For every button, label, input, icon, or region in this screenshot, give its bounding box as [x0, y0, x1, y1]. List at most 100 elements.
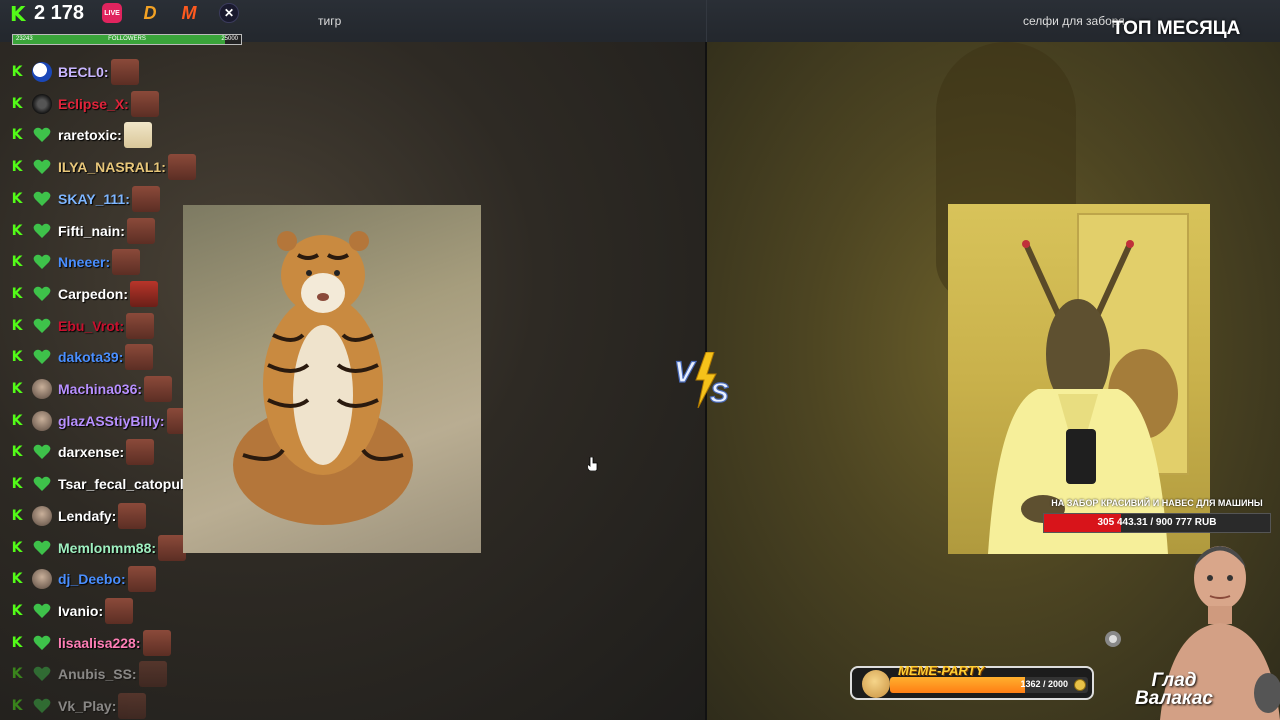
chat-emote	[144, 376, 173, 402]
kick-badge-icon: K	[11, 698, 23, 714]
chat-username[interactable]: BECL0:	[58, 64, 109, 80]
kick-badge-icon: K	[11, 507, 23, 524]
chat-username[interactable]: Machina036:	[58, 381, 142, 397]
kick-badge-icon: K	[11, 222, 23, 239]
paw-icon	[1105, 631, 1121, 647]
m-icon[interactable]: M	[179, 3, 199, 23]
chat-message: K Fifti_nain:	[10, 217, 155, 245]
heart-badge-icon	[32, 157, 52, 177]
heart-badge-icon	[32, 189, 52, 209]
kick-badge-icon: K	[11, 412, 23, 429]
x-icon[interactable]: ✕	[219, 3, 239, 23]
chat-username[interactable]: Vk_Play:	[58, 698, 116, 714]
d-icon[interactable]: D	[140, 3, 160, 23]
kick-badge-icon: K	[11, 159, 23, 176]
chat-username[interactable]: Tsar_fecal_catopult:	[58, 476, 193, 492]
chat-message: K BECL0:	[10, 58, 139, 86]
chat-username[interactable]: dakota39:	[58, 349, 123, 365]
kick-badge-icon: K	[11, 602, 23, 619]
chat-emote	[126, 312, 155, 339]
chat-username[interactable]: Fifti_nain:	[58, 223, 125, 239]
chat-username[interactable]: Eclipse_X:	[58, 96, 129, 112]
followers-goal: 25000	[221, 36, 238, 42]
chat-username[interactable]: raretoxic:	[58, 127, 122, 143]
heart-badge-icon	[32, 347, 52, 367]
chat-emote	[110, 59, 139, 85]
chat-username[interactable]: Nneeer:	[58, 254, 110, 270]
chat-username[interactable]: dj_Deebo:	[58, 571, 126, 587]
doge-icon	[862, 670, 890, 698]
chat-emote	[130, 280, 158, 307]
heart-badge-icon	[32, 442, 52, 462]
chat-emote	[118, 502, 147, 529]
kick-badge-icon: K	[11, 444, 23, 461]
kick-badge-icon: K	[11, 254, 23, 271]
right-title: селфи для заборя	[1023, 14, 1125, 28]
chat-emote	[142, 629, 171, 656]
chat-username[interactable]: darxense:	[58, 444, 124, 460]
chat-message: K Ebu_Vrot:	[10, 312, 155, 340]
meme-party-fill	[890, 677, 1025, 693]
heart-badge-icon	[32, 125, 52, 145]
heart-badge-icon	[32, 284, 52, 304]
chat-message: Kdj_Deebo:	[10, 565, 156, 593]
kick-badge-icon: K	[11, 190, 23, 207]
kick-badge-icon: K	[11, 127, 23, 144]
kick-badge-icon: K	[11, 476, 23, 493]
chat-message: K Carpedon:	[10, 280, 158, 308]
heart-badge-icon	[32, 601, 52, 621]
followers-label: FOLLOWERS	[108, 36, 146, 42]
chat-emote	[112, 249, 141, 276]
kick-badge-icon: K	[11, 64, 23, 80]
chat-message: K Lendafy:	[10, 502, 147, 530]
heart-badge-icon	[32, 696, 52, 716]
chat-username[interactable]: ILYA_NASRAL1:	[58, 159, 166, 175]
chat-message: Klisaalisa228:	[10, 629, 171, 657]
heart-badge-icon	[32, 664, 52, 684]
chat-username[interactable]: lisaalisa228:	[58, 635, 141, 651]
user-avatar	[32, 379, 52, 399]
heart-badge-icon	[32, 474, 52, 494]
user-avatar	[32, 505, 52, 526]
chat-message: K ILYA_NASRAL1:	[10, 153, 196, 181]
chat-emote	[131, 185, 160, 212]
chat-message: K Machina036:	[10, 375, 173, 403]
chat-username[interactable]: Memlonmm88:	[58, 540, 156, 556]
chat-username[interactable]: glazASStiyBilly:	[58, 413, 165, 429]
kick-badge-icon: K	[11, 634, 23, 651]
chat-emote	[126, 439, 155, 466]
chat-username[interactable]: Ivanio:	[58, 603, 103, 619]
live-icon[interactable]: LIVE	[102, 3, 122, 23]
streamer-name-line2: Валакас	[1135, 688, 1213, 709]
chat-emote	[125, 344, 154, 371]
heart-badge-icon	[32, 252, 52, 272]
chat-message: K SKAY_111:	[10, 185, 160, 213]
heart-badge-icon	[32, 221, 52, 241]
kick-badge-icon: K	[11, 539, 23, 556]
chat-message: K Ivanio:	[10, 597, 134, 625]
chat-message: Kdakota39:	[10, 343, 154, 371]
kick-badge-icon: K	[11, 349, 23, 366]
chat-username[interactable]: SKAY_111:	[58, 191, 130, 207]
chat-username[interactable]: Carpedon:	[58, 286, 128, 302]
chat-username[interactable]: Anubis_SS:	[58, 666, 137, 682]
user-avatar	[32, 569, 52, 590]
chat-message: K Vk_Play:	[10, 692, 147, 720]
kick-badge-icon: K	[11, 571, 23, 588]
svg-text:S: S	[710, 377, 729, 408]
viewer-count: K 2 178	[10, 2, 84, 26]
tiger-illustration	[233, 231, 413, 525]
top-bar-seam	[706, 0, 707, 42]
chat-username[interactable]: Lendafy:	[58, 508, 116, 524]
user-avatar	[32, 410, 52, 431]
kick-badge-icon: K	[11, 666, 23, 683]
chat-emote	[127, 566, 156, 593]
chat-message: K Memlonmm88:	[10, 534, 187, 562]
meme-party-label: MEME-PARTY	[898, 663, 985, 678]
chat-message: K Nneeer:	[10, 248, 141, 276]
chat-message: K Anubis_SS:	[10, 660, 167, 688]
chat-message: KglazASStiyBilly:	[10, 407, 195, 435]
kick-badge-icon: K	[11, 381, 23, 397]
chat-username[interactable]: Ebu_Vrot:	[58, 318, 124, 334]
chat-emote	[118, 693, 147, 719]
